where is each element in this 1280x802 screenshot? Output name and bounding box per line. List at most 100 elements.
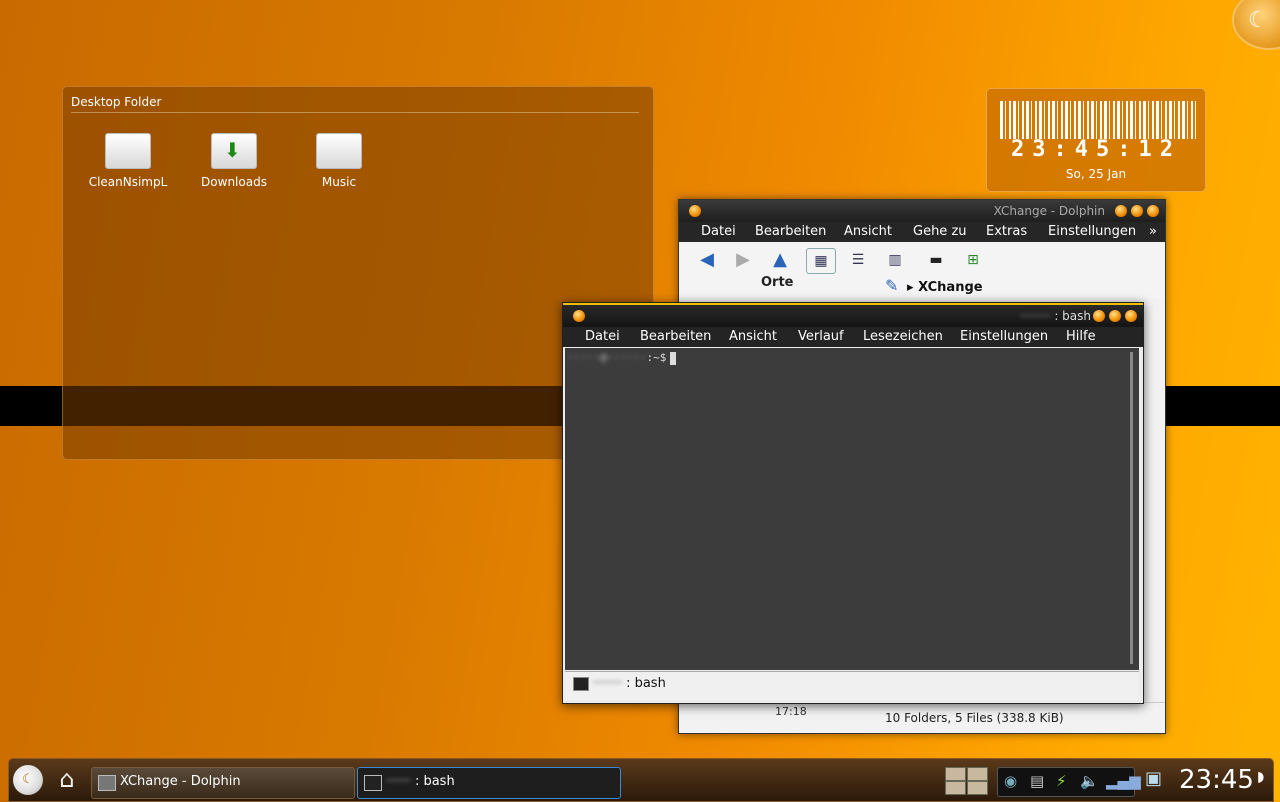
window-menu-icon[interactable] bbox=[689, 205, 701, 217]
task-konsole[interactable]: ······ : bash bbox=[357, 767, 621, 799]
konsole-window: ········ : bash Datei Bearbeiten Ansicht… bbox=[562, 302, 1144, 704]
folder-label: CleanNsimpL bbox=[88, 175, 168, 189]
menu-ansicht[interactable]: Ansicht bbox=[729, 329, 777, 344]
session-tab[interactable]: ······· : bash bbox=[565, 671, 1139, 700]
taskbar-clock[interactable]: 23:45 bbox=[1179, 765, 1254, 795]
terminal-area[interactable]: ·····@······:~$ bbox=[565, 348, 1139, 670]
split-view-icon[interactable]: ⊞ bbox=[959, 248, 987, 272]
moon-icon: ☾ bbox=[1248, 8, 1268, 33]
menu-lesezeichen[interactable]: Lesezeichen bbox=[863, 329, 943, 344]
volume-icon[interactable]: 🔈 bbox=[1080, 772, 1099, 790]
taskbar: ☾ ⌂ XChange - Dolphin ······ : bash ◉ ▤ … bbox=[8, 758, 1274, 802]
title-suffix: : bash bbox=[1054, 309, 1091, 323]
desktop-pager[interactable] bbox=[945, 767, 988, 795]
details-view-icon[interactable]: ☰ bbox=[844, 248, 872, 272]
icons-view-icon[interactable]: ▦ bbox=[806, 248, 836, 274]
kde-menu-button[interactable]: ☾ bbox=[13, 765, 43, 795]
menu-ansicht[interactable]: Ansicht bbox=[844, 224, 892, 239]
up-arrow-icon[interactable]: ▲ bbox=[766, 248, 794, 272]
menu-hilfe[interactable]: Hilfe bbox=[1066, 329, 1096, 344]
minimize-icon[interactable] bbox=[1115, 205, 1127, 217]
folder-icon bbox=[105, 133, 151, 169]
task-suffix: : bash bbox=[414, 774, 455, 789]
text-cursor bbox=[670, 351, 677, 365]
partial-timestamp: 17:18 bbox=[775, 705, 807, 718]
prompt-suffix: :~$ bbox=[646, 351, 667, 364]
session-tab-label: ······· : bash bbox=[593, 676, 666, 691]
window-menu-icon[interactable] bbox=[573, 310, 585, 322]
desktop-3[interactable] bbox=[945, 781, 966, 795]
divider bbox=[71, 112, 639, 113]
folder-download-icon: ⬇ bbox=[211, 133, 257, 169]
desktop-4[interactable] bbox=[967, 781, 988, 795]
tab-suffix: : bash bbox=[626, 676, 666, 691]
scrollbar[interactable] bbox=[1130, 352, 1133, 664]
desktop-1[interactable] bbox=[945, 767, 966, 781]
forward-arrow-icon[interactable]: ▶ bbox=[729, 248, 757, 272]
breadcrumb[interactable]: ▸ XChange bbox=[907, 280, 983, 295]
minimize-icon[interactable] bbox=[1093, 310, 1105, 322]
columns-view-icon[interactable]: ▥ bbox=[881, 248, 909, 272]
menu-einstellungen[interactable]: Einstellungen bbox=[960, 329, 1048, 344]
preview-icon[interactable]: ▬ bbox=[922, 248, 950, 272]
window-title: XChange - Dolphin bbox=[993, 204, 1105, 218]
tab-username: ······· bbox=[593, 676, 622, 691]
folder-item-cleannsimpl[interactable]: CleanNsimpL bbox=[83, 133, 173, 189]
title-bar[interactable]: ········ : bash bbox=[563, 303, 1143, 327]
back-arrow-icon[interactable]: ◀ bbox=[693, 248, 721, 272]
menu-bearbeiten[interactable]: Bearbeiten bbox=[755, 224, 826, 239]
status-text: 10 Folders, 5 Files (338.8 KiB) bbox=[885, 711, 1064, 725]
menu-bar: Datei Bearbeiten Ansicht Gehe zu Extras … bbox=[679, 222, 1165, 242]
menu-overflow[interactable]: » bbox=[1149, 224, 1157, 239]
title-username: ········ bbox=[1019, 309, 1051, 323]
places-label: Orte bbox=[761, 275, 794, 290]
folder-item-downloads[interactable]: ⬇ Downloads bbox=[189, 133, 279, 189]
prompt-user: ·····@······ bbox=[567, 351, 647, 364]
folder-label: Music bbox=[321, 175, 357, 189]
signal-icon[interactable]: ▂▄▆ bbox=[1106, 772, 1141, 790]
desktop-2[interactable] bbox=[967, 767, 988, 781]
task-label: ······ : bash bbox=[386, 774, 455, 789]
task-dolphin[interactable]: XChange - Dolphin bbox=[91, 767, 355, 799]
feather-icon: ✎ bbox=[885, 276, 899, 295]
clock-date: So, 25 Jan bbox=[1065, 167, 1127, 181]
system-tray: ◉ ▤ ⚡ 🔈 ▂▄▆ bbox=[997, 767, 1141, 797]
menu-bearbeiten[interactable]: Bearbeiten bbox=[640, 329, 711, 344]
clock-time: 23:45:12 bbox=[1011, 137, 1181, 162]
task-username: ······ bbox=[386, 774, 411, 789]
terminal-icon bbox=[573, 677, 589, 691]
toolbar: ◀ ▶ ▲ ▦ ☰ ▥ ▬ ⊞ Orte ✎ ▸ XChange bbox=[679, 242, 1165, 298]
clipboard-icon[interactable]: ▤ bbox=[1030, 772, 1044, 790]
close-icon[interactable] bbox=[1147, 205, 1159, 217]
task-label: XChange - Dolphin bbox=[120, 774, 241, 789]
menu-bar: Datei Bearbeiten Ansicht Verlauf Lesezei… bbox=[563, 327, 1143, 347]
shell-prompt: ·····@······:~$ bbox=[567, 351, 677, 365]
menu-einstellungen[interactable]: Einstellungen bbox=[1048, 224, 1136, 239]
desktop-toolbox-button[interactable]: ☾ bbox=[1232, 0, 1280, 50]
terminal-icon bbox=[364, 775, 382, 791]
network-icon[interactable]: ▣ bbox=[1145, 768, 1162, 789]
menu-datei[interactable]: Datei bbox=[701, 224, 736, 239]
breadcrumb-current: XChange bbox=[918, 280, 983, 295]
menu-verlauf[interactable]: Verlauf bbox=[798, 329, 844, 344]
battery-icon[interactable]: ⚡ bbox=[1056, 772, 1067, 790]
maximize-icon[interactable] bbox=[1109, 310, 1121, 322]
maximize-icon[interactable] bbox=[1131, 205, 1143, 217]
folder-icon bbox=[316, 133, 362, 169]
title-bar[interactable]: XChange - Dolphin bbox=[679, 200, 1165, 222]
menu-extras[interactable]: Extras bbox=[986, 224, 1027, 239]
menu-datei[interactable]: Datei bbox=[585, 329, 620, 344]
status-bar: 17:18 10 Folders, 5 Files (338.8 KiB) bbox=[679, 702, 1165, 733]
desktop-folder-title: Desktop Folder bbox=[71, 95, 162, 109]
barcode-graphic bbox=[1000, 101, 1196, 139]
dolphin-app-icon bbox=[98, 775, 116, 791]
window-title: ········ : bash bbox=[1020, 309, 1091, 323]
folder-item-music[interactable]: Music bbox=[294, 133, 384, 189]
barcode-clock-widget: 23:45:12 So, 25 Jan bbox=[986, 88, 1206, 192]
printer-icon[interactable]: ◉ bbox=[1004, 772, 1017, 790]
home-icon[interactable]: ⌂ bbox=[53, 765, 81, 793]
folder-label: Downloads bbox=[201, 175, 267, 189]
panel-toolbox-icon[interactable]: ◗ bbox=[1257, 769, 1264, 785]
menu-gehe-zu[interactable]: Gehe zu bbox=[913, 224, 967, 239]
close-icon[interactable] bbox=[1125, 310, 1137, 322]
